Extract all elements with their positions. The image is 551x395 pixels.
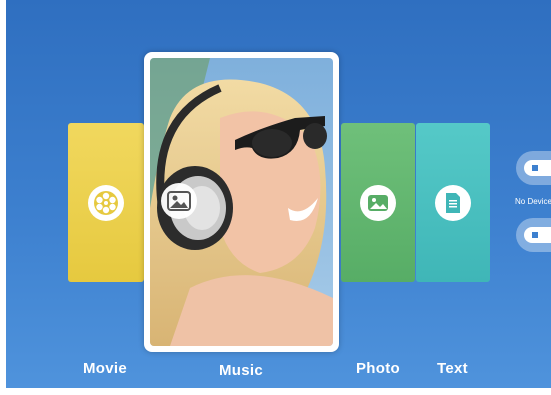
music-label: Music [219, 362, 264, 379]
text-label: Text [437, 360, 468, 377]
photo-tile[interactable] [341, 123, 415, 282]
image-icon [360, 185, 396, 221]
device-status-text: No Device [515, 197, 551, 206]
film-reel-icon [88, 185, 124, 221]
image-icon [161, 183, 197, 219]
document-icon [435, 185, 471, 221]
movie-label: Movie [83, 360, 128, 377]
text-tile[interactable] [416, 123, 490, 282]
music-tile-selected[interactable] [144, 52, 339, 352]
photo-label: Photo [356, 360, 400, 377]
movie-tile[interactable] [68, 123, 144, 282]
usb-device-button[interactable] [516, 151, 551, 185]
usb-icon [524, 227, 551, 243]
usb-device-button[interactable] [516, 218, 551, 252]
media-menu-screen: Movie Music Photo Text No Device [6, 0, 551, 388]
usb-icon [524, 160, 551, 176]
